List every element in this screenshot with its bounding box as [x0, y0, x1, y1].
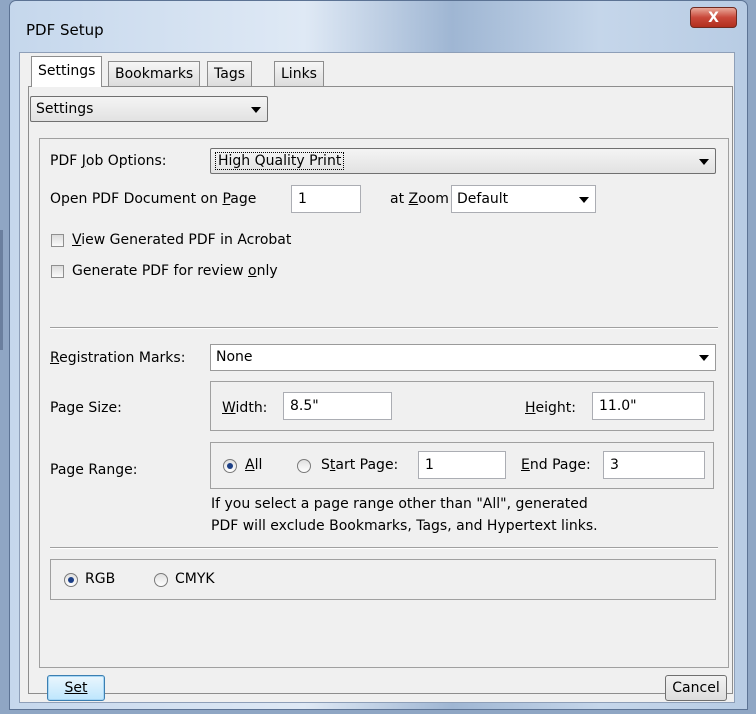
rgb-radio[interactable] — [64, 573, 78, 587]
window-title: PDF Setup — [26, 21, 104, 39]
background-window-edge — [0, 230, 3, 350]
job-options-value: High Quality Print — [214, 152, 345, 170]
settings-group: PDF Job Options: High Quality Print Open… — [39, 138, 729, 668]
chevron-down-icon — [251, 107, 261, 113]
page-range-group: All Start Page: 1 End Page: 3 — [210, 442, 714, 489]
start-page-input[interactable]: 1 — [418, 451, 506, 479]
tab-settings[interactable]: Settings — [31, 56, 103, 87]
tab-bookmarks[interactable]: Bookmarks — [108, 61, 201, 86]
registration-marks-select[interactable]: None — [210, 344, 716, 371]
start-page-radio[interactable] — [297, 459, 311, 473]
all-radio[interactable] — [223, 459, 237, 473]
selected-dot — [68, 577, 74, 583]
divider — [50, 327, 718, 329]
all-radio-label: All — [245, 457, 263, 473]
settings-panel: Settings PDF Job Options: High Quality P… — [28, 86, 733, 701]
close-icon: X — [708, 10, 719, 26]
width-input[interactable]: 8.5" — [283, 392, 392, 420]
chevron-down-icon — [699, 159, 709, 165]
tab-links[interactable]: Links — [274, 61, 324, 86]
color-mode-group: RGB CMYK — [50, 559, 716, 600]
page-range-note-line1: If you select a page range other than "A… — [211, 496, 588, 512]
pdf-setup-window: PDF Setup X Settings Bookmarks Tags Link… — [9, 0, 748, 710]
open-page-label: Open PDF Document on Page — [50, 191, 257, 207]
open-page-input[interactable]: 1 — [291, 185, 361, 213]
page-range-note-line2: PDF will exclude Bookmarks, Tags, and Hy… — [211, 518, 598, 534]
zoom-select-value: Default — [457, 191, 509, 207]
divider — [50, 547, 718, 549]
chevron-down-icon — [579, 197, 589, 203]
set-button[interactable]: Set — [47, 675, 105, 701]
start-page-label: Start Page: — [321, 457, 399, 473]
end-page-input[interactable]: 3 — [603, 451, 705, 479]
rgb-label: RGB — [85, 571, 116, 587]
cancel-button[interactable]: Cancel — [665, 675, 727, 701]
tab-tags[interactable]: Tags — [207, 61, 252, 86]
end-page-label: End Page: — [521, 457, 591, 473]
set-button-label: Set — [64, 680, 88, 696]
dialog-client-area: Settings Bookmarks Tags Links Settings P… — [19, 52, 735, 703]
category-select[interactable]: Settings — [30, 96, 268, 122]
job-options-label: PDF Job Options: — [50, 153, 167, 169]
zoom-select[interactable]: Default — [451, 185, 596, 213]
selected-dot — [227, 463, 233, 469]
job-options-select[interactable]: High Quality Print — [210, 148, 716, 174]
review-only-checkbox[interactable] — [51, 265, 64, 278]
cmyk-label: CMYK — [175, 571, 215, 587]
registration-marks-value: None — [216, 349, 253, 365]
registration-marks-label: Registration Marks: — [50, 350, 186, 366]
category-select-value: Settings — [36, 101, 94, 117]
page-range-label: Page Range: — [50, 462, 138, 478]
width-label: Width: — [222, 400, 268, 416]
view-in-acrobat-label: View Generated PDF in Acrobat — [72, 232, 292, 248]
zoom-label: at Zoom — [390, 191, 449, 207]
page-size-label: Page Size: — [50, 400, 122, 416]
view-in-acrobat-checkbox[interactable] — [51, 234, 64, 247]
height-label: Height: — [525, 400, 576, 416]
height-input[interactable]: 11.0" — [592, 392, 705, 420]
review-only-label: Generate PDF for review only — [72, 263, 278, 279]
cmyk-radio[interactable] — [154, 573, 168, 587]
page-size-group: Width: 8.5" Height: 11.0" — [210, 381, 714, 431]
close-button[interactable]: X — [690, 7, 737, 28]
chevron-down-icon — [699, 355, 709, 361]
